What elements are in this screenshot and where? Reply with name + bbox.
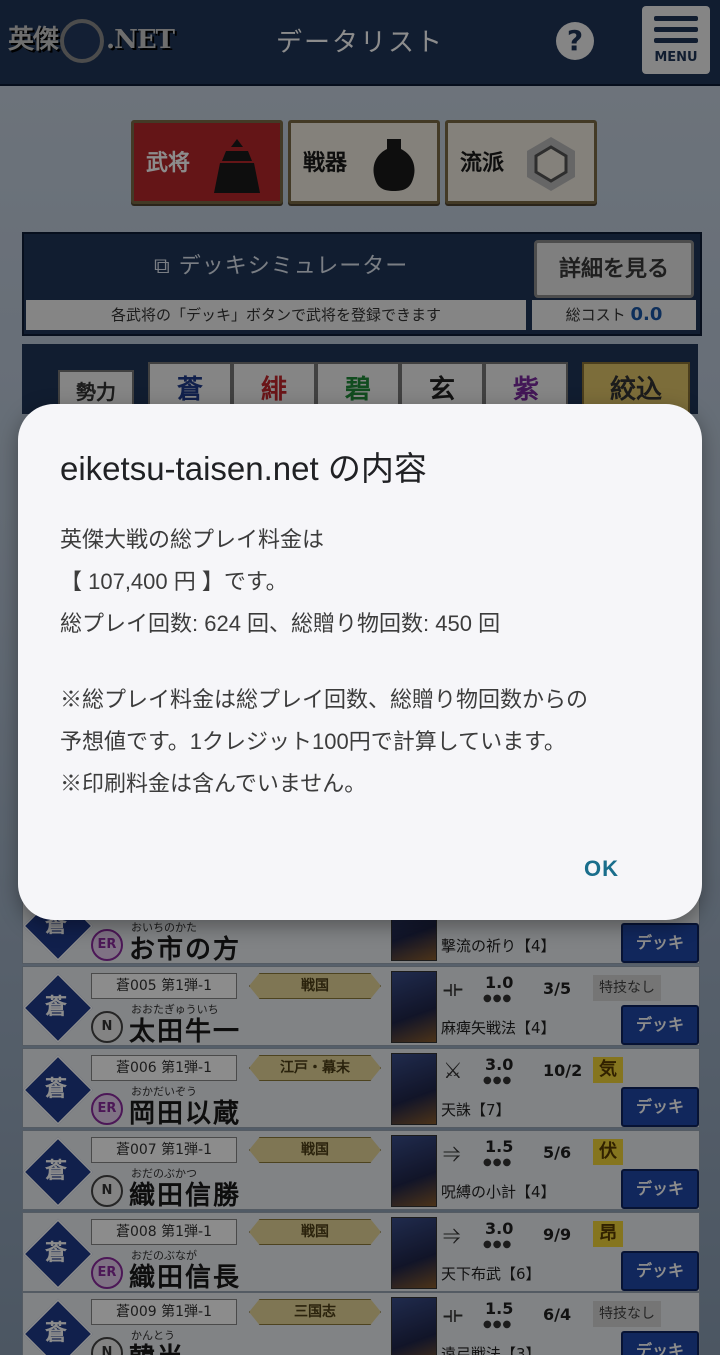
- dialog-text-line: 総プレイ回数: 624 回、総贈り物回数: 450 回: [60, 611, 501, 636]
- dialog-text-line: 英傑大戦の総プレイ料金は: [60, 527, 325, 552]
- ok-button[interactable]: OK: [584, 856, 619, 882]
- dialog-text-line: ※印刷料金は含んでいません。: [60, 771, 367, 796]
- dialog-text-line: 予想値です。1クレジット100円で計算しています。: [60, 729, 566, 754]
- dialog-text-line: ※総プレイ料金は総プレイ回数、総贈り物回数からの: [60, 687, 589, 712]
- dialog-title: eiketsu-taisen.net の内容: [60, 450, 427, 487]
- dialog-text-line: 【 107,400 円 】です。: [60, 569, 288, 594]
- data-list-page: 英傑 .NET データリスト ? MENU 武将 戦器 流派 ⧉ デッキシミュレー…: [0, 0, 720, 1355]
- alert-dialog: eiketsu-taisen.net の内容 英傑大戦の総プレイ料金は 【 10…: [18, 404, 702, 920]
